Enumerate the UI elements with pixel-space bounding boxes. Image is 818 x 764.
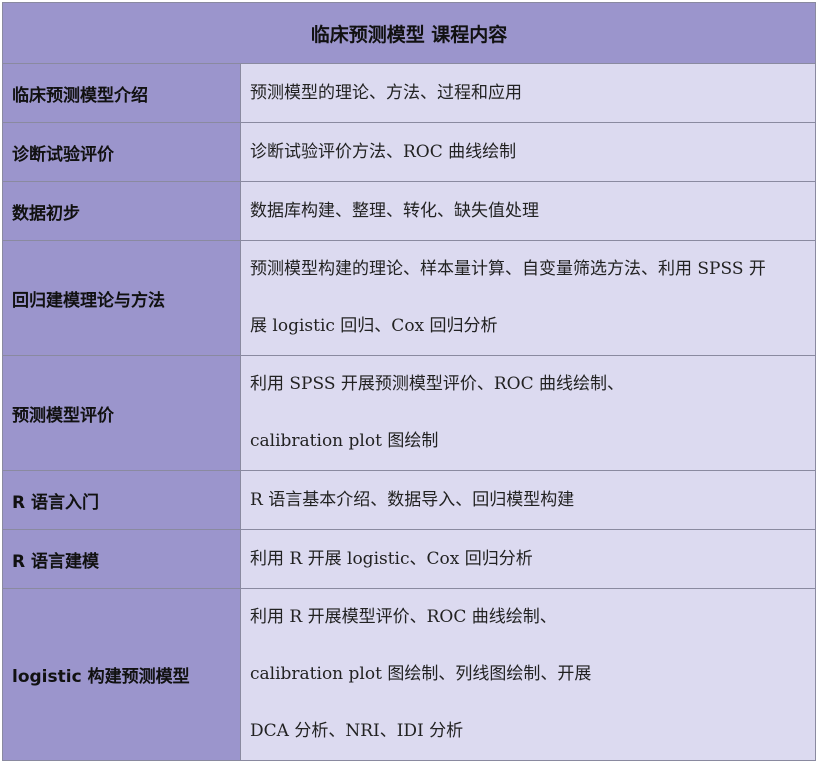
table-row: R 语言入门 R 语言基本介绍、数据导入、回归模型构建 [2,470,816,530]
content-line: 利用 R 开展模型评价、ROC 曲线绘制、 [250,607,557,627]
content-cell: 预测模型的理论、方法、过程和应用 [240,63,816,123]
content-line: 诊断试验评价方法、ROC 曲线绘制 [250,141,517,162]
table-header-row: 临床预测模型 课程内容 [2,2,816,64]
topic-cell: 数据初步 [2,181,241,241]
table-row: 诊断试验评价 诊断试验评价方法、ROC 曲线绘制 [2,122,816,182]
topic-cell: logistic 构建预测模型 [2,588,241,761]
content-line: 预测模型的理论、方法、过程和应用 [250,82,522,103]
content-line: 数据库构建、整理、转化、缺失值处理 [250,200,539,221]
content-line: R 语言基本介绍、数据导入、回归模型构建 [250,489,575,510]
topic-cell: 诊断试验评价 [2,122,241,182]
content-cell: R 语言基本介绍、数据导入、回归模型构建 [240,470,816,530]
content-line: calibration plot 图绘制 [250,431,439,451]
course-table: 临床预测模型 课程内容 临床预测模型介绍 预测模型的理论、方法、过程和应用 诊断… [2,2,816,761]
topic-cell: R 语言建模 [2,529,241,589]
content-line: 展 logistic 回归、Cox 回归分析 [250,316,498,336]
content-cell: 数据库构建、整理、转化、缺失值处理 [240,181,816,241]
content-line: 利用 SPSS 开展预测模型评价、ROC 曲线绘制、 [250,374,625,394]
content-line: DCA 分析、NRI、IDI 分析 [250,721,464,741]
table-row: 临床预测模型介绍 预测模型的理论、方法、过程和应用 [2,63,816,123]
topic-cell: 回归建模理论与方法 [2,240,241,356]
topic-cell: 临床预测模型介绍 [2,63,241,123]
table-row: 数据初步 数据库构建、整理、转化、缺失值处理 [2,181,816,241]
content-line: 预测模型构建的理论、样本量计算、自变量筛选方法、利用 SPSS 开 [250,259,766,279]
topic-cell: R 语言入门 [2,470,241,530]
table-row: 预测模型评价 利用 SPSS 开展预测模型评价、ROC 曲线绘制、 calibr… [2,355,816,471]
table-row: logistic 构建预测模型 利用 R 开展模型评价、ROC 曲线绘制、 ca… [2,588,816,761]
content-cell: 预测模型构建的理论、样本量计算、自变量筛选方法、利用 SPSS 开 展 logi… [240,240,816,356]
table-row: R 语言建模 利用 R 开展 logistic、Cox 回归分析 [2,529,816,589]
content-line: 利用 R 开展 logistic、Cox 回归分析 [250,548,533,569]
content-cell: 诊断试验评价方法、ROC 曲线绘制 [240,122,816,182]
content-cell: 利用 R 开展 logistic、Cox 回归分析 [240,529,816,589]
content-cell: 利用 R 开展模型评价、ROC 曲线绘制、 calibration plot 图… [240,588,816,761]
content-line: calibration plot 图绘制、列线图绘制、开展 [250,664,592,684]
content-cell: 利用 SPSS 开展预测模型评价、ROC 曲线绘制、 calibration p… [240,355,816,471]
topic-cell: 预测模型评价 [2,355,241,471]
table-row: 回归建模理论与方法 预测模型构建的理论、样本量计算、自变量筛选方法、利用 SPS… [2,240,816,356]
table-title: 临床预测模型 课程内容 [2,2,816,64]
